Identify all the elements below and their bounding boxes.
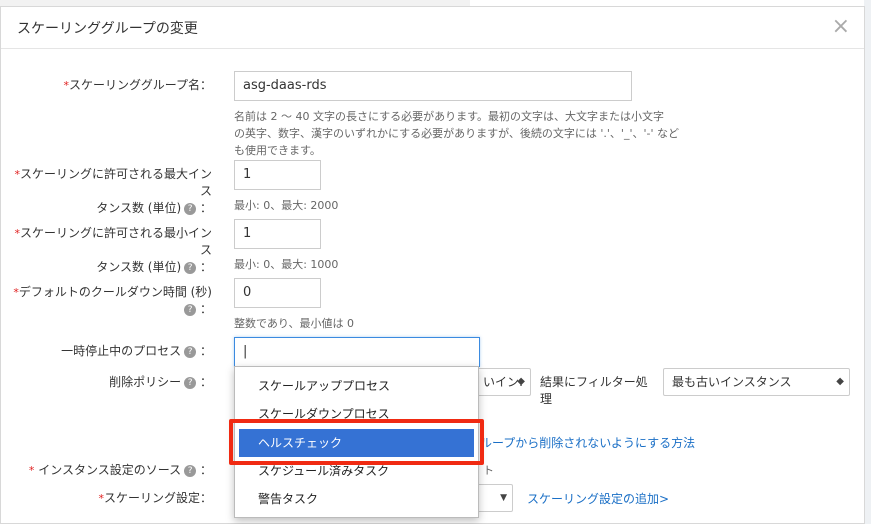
suspended-processes-label: 一時停止中のプロセス? ： (61, 344, 212, 358)
instance-source-label: * インスタンス設定のソース? ： (28, 463, 212, 477)
name-hint-2: の英字、数字、漢字のいずれかにする必要がありますが、後続の文字には '.'、'_… (234, 127, 679, 140)
max-instances-label: *スケーリングに許可される最大インス タンス数 (単位)? ： (14, 167, 212, 215)
dropdown-option-alert-task[interactable]: 警告タスク (235, 485, 478, 513)
dialog-title: スケーリンググループの変更 (17, 21, 198, 37)
min-instances-hint: 最小: 0、最大: 1000 (234, 258, 339, 271)
name-hint-3: も使用できます。 (234, 144, 321, 157)
cooldown-hint: 整数であり、最小値は 0 (234, 317, 354, 330)
help-icon[interactable]: ? (184, 303, 197, 316)
add-scaling-config-link[interactable]: スケーリング設定の追加> (527, 490, 669, 507)
highlight-box (229, 419, 484, 465)
min-instances-label: *スケーリングに許可される最小インス タンス数 (単位)? ： (14, 226, 212, 274)
instance-source-partial: ト (483, 464, 494, 477)
max-instances-input[interactable]: 1 (234, 160, 321, 190)
close-icon[interactable]: × (832, 13, 850, 41)
cooldown-input[interactable]: 0 (234, 278, 321, 308)
removal-policy-label: 削除ポリシー? ： (109, 375, 212, 389)
help-icon[interactable]: ? (184, 345, 197, 358)
updown-arrow-icon: ◆ (836, 376, 844, 387)
help-icon[interactable]: ? (184, 202, 197, 215)
dropdown-option-scale-up[interactable]: スケールアッププロセス (235, 372, 478, 400)
scaling-config-label: *スケーリング設定： (98, 491, 212, 505)
cooldown-label: *デフォルトのクールダウン時間 (秒) ? ： (13, 285, 212, 316)
suspended-processes-input[interactable]: | (234, 337, 480, 367)
removal-policy-select[interactable]: いイン: ◆ (470, 368, 531, 396)
name-input[interactable]: asg-daas-rds (234, 71, 632, 101)
help-icon[interactable]: ? (184, 261, 197, 274)
name-label: *スケーリンググループ名： (63, 78, 212, 92)
help-icon[interactable]: ? (184, 464, 197, 477)
help-icon[interactable]: ? (184, 376, 197, 389)
name-hint-1: 名前は 2 ～ 40 文字の長さにする必要があります。最初の文字は、大文字または… (234, 110, 664, 123)
filter-label: 結果にフィルター処理 (540, 375, 648, 406)
filter-select-value: 最も古いインスタンス (672, 375, 792, 389)
dialog-header: スケーリンググループの変更 × (1, 7, 864, 49)
protect-instance-link[interactable]: ループから削除されないようにする方法 (480, 434, 695, 451)
min-instances-input[interactable]: 1 (234, 219, 321, 249)
chevron-down-icon: ▼ (500, 493, 507, 503)
filter-select[interactable]: 最も古いインスタンス ◆ (663, 368, 850, 396)
updown-arrow-icon: ◆ (517, 376, 525, 387)
max-instances-hint: 最小: 0、最大: 2000 (234, 199, 339, 212)
background-right-panel (864, 0, 871, 524)
